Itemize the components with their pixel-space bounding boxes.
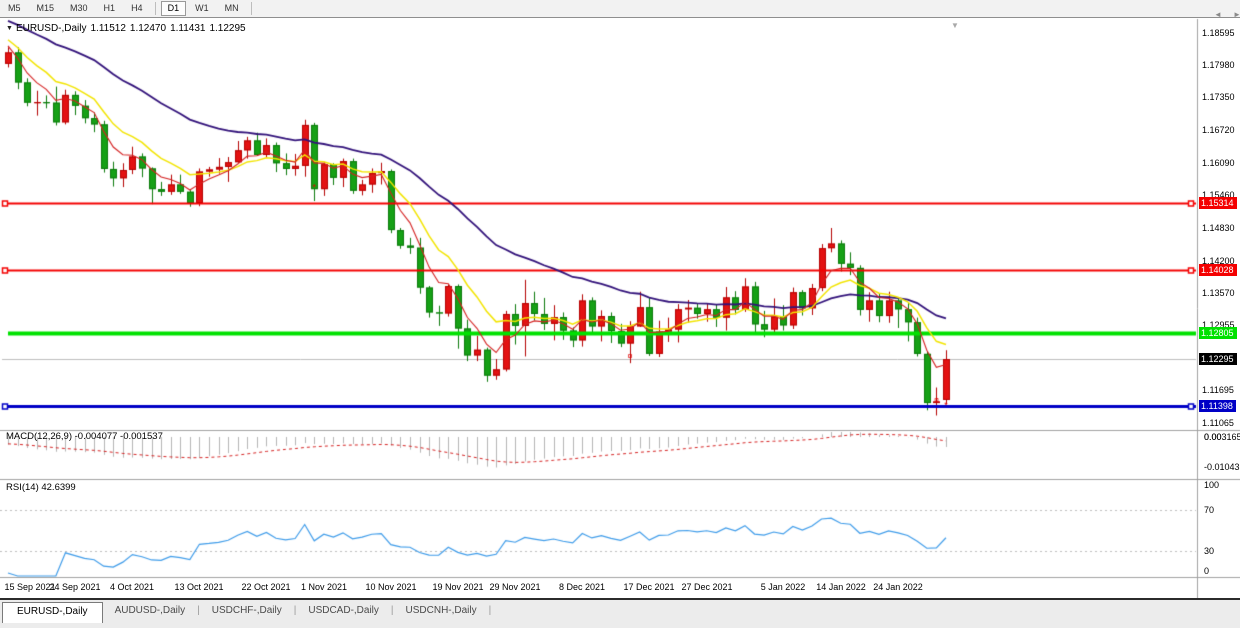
- price-tick-label: 1.16720: [1202, 125, 1235, 135]
- chart-tab-usdcad[interactable]: USDCAD-,Daily: [296, 602, 391, 621]
- price-tick-label: 1.14830: [1202, 223, 1235, 233]
- date-tick-label: 24 Sep 2021: [49, 582, 100, 592]
- level-price-badge: 1.12805: [1199, 327, 1237, 339]
- date-tick-label: 24 Jan 2022: [873, 582, 923, 592]
- level-price-badge: 1.15314: [1199, 197, 1237, 209]
- date-tick-label: 1 Nov 2021: [301, 582, 347, 592]
- ohlc-close: 1.12295: [209, 23, 245, 34]
- ohlc-high: 1.12470: [130, 23, 166, 34]
- terminal-window: M5M15M30H1H4D1W1MN ▼EURUSD-,Daily1.11512…: [0, 0, 1240, 628]
- chart-tab-bar: EURUSD-,DailyAUDUSD-,Daily | USDCHF-,Daily…: [0, 600, 1240, 628]
- date-tick-label: 17 Dec 2021: [623, 582, 674, 592]
- level-price-badge: 1.14028: [1199, 264, 1237, 276]
- price-tick-label: 1.11065: [1202, 418, 1234, 428]
- ohlc-open: 1.11512: [91, 23, 126, 34]
- rsi-axis-label: 30: [1204, 546, 1214, 556]
- date-tick-label: 5 Jan 2022: [761, 582, 806, 592]
- date-tick-label: 22 Oct 2021: [241, 582, 290, 592]
- tab-scroll-left-icon[interactable]: ◄: [1214, 10, 1222, 19]
- date-tick-label: 19 Nov 2021: [432, 582, 483, 592]
- price-tick-label: 1.13570: [1202, 288, 1235, 298]
- symbol-dropdown-icon[interactable]: ▼: [6, 25, 13, 32]
- rsi-axis-label: 100: [1204, 480, 1219, 490]
- current-price-badge: 1.12295: [1199, 353, 1237, 365]
- chart-symbol-label: EURUSD-,Daily: [16, 23, 87, 34]
- date-tick-label: 13 Oct 2021: [174, 582, 223, 592]
- tab-separator: |: [489, 602, 492, 619]
- date-tick-label: 8 Dec 2021: [559, 582, 605, 592]
- chart-shift-icon[interactable]: ▼: [951, 21, 959, 30]
- date-tick-label: 29 Nov 2021: [489, 582, 540, 592]
- rsi-axis-label: 0: [1204, 566, 1209, 576]
- date-tick-label: 27 Dec 2021: [681, 582, 732, 592]
- price-tick-label: 1.17980: [1202, 60, 1235, 70]
- rsi-indicator-label: RSI(14) 42.6399: [6, 482, 76, 493]
- price-tick-label: 1.18595: [1202, 28, 1235, 38]
- chart-title: ▼EURUSD-,Daily 1.11512 1.12470 1.11431 1.122…: [6, 23, 250, 34]
- macd-indicator-label: MACD(12,26,9) -0.004077 -0.001537: [6, 431, 163, 442]
- date-tick-label: 10 Nov 2021: [365, 582, 416, 592]
- tab-scroll-right-icon[interactable]: ►: [1233, 10, 1240, 19]
- candlestick-chart-canvas[interactable]: [0, 0, 1240, 598]
- date-tick-label: 15 Sep 2021: [4, 582, 55, 592]
- price-tick-label: 1.16090: [1202, 158, 1235, 168]
- macd-axis-label: 0.00: [1204, 432, 1222, 442]
- level-price-badge: 1.11398: [1199, 400, 1236, 412]
- chart-tab-eurusd[interactable]: EURUSD-,Daily: [2, 602, 103, 623]
- price-tick-label: 1.17350: [1202, 92, 1235, 102]
- date-tick-label: 4 Oct 2021: [110, 582, 154, 592]
- chart-tab-usdchf[interactable]: USDCHF-,Daily: [200, 602, 294, 621]
- macd-axis-label: -0.01043: [1204, 462, 1240, 472]
- date-tick-label: 14 Jan 2022: [816, 582, 866, 592]
- chart-tab-usdcnh[interactable]: USDCNH-,Daily: [394, 602, 489, 621]
- rsi-axis-label: 70: [1204, 505, 1214, 515]
- price-tick-label: 1.11695: [1202, 385, 1234, 395]
- ohlc-low: 1.11431: [170, 23, 205, 34]
- chart-tab-audusd[interactable]: AUDUSD-,Daily: [103, 602, 198, 621]
